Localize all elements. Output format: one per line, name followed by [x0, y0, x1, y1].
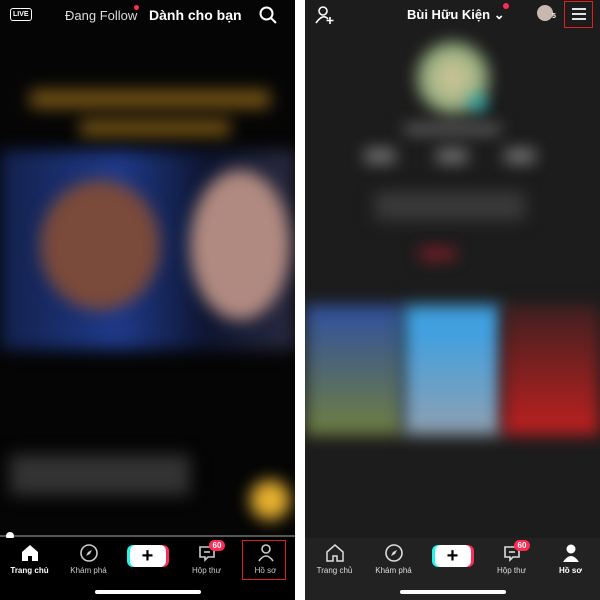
compass-icon [384, 544, 403, 562]
nav-inbox[interactable]: 60 Hộp thư [484, 540, 540, 575]
nav-home[interactable]: Trang chủ [2, 543, 58, 575]
nav-create[interactable]: + [425, 543, 481, 567]
video-thumbnail[interactable] [503, 305, 600, 435]
home-indicator [399, 590, 506, 594]
notification-dot [503, 3, 509, 9]
highlight-menu [564, 1, 593, 28]
username-dropdown[interactable]: Bùi Hữu Kiện ⌄ [407, 7, 505, 23]
highlight-profile [242, 540, 286, 580]
search-icon[interactable] [259, 6, 277, 24]
compass-icon [79, 544, 98, 562]
add-user-icon[interactable] [315, 5, 335, 25]
nav-home[interactable]: Trang chủ [307, 543, 363, 575]
nav-create[interactable]: + [120, 543, 176, 567]
tab-for-you[interactable]: Dành cho bạn [149, 7, 242, 23]
nav-discover[interactable]: Khám phá [61, 543, 117, 575]
nav-inbox[interactable]: 60 Hộp thư [179, 540, 235, 575]
profile-icon [562, 544, 579, 562]
live-button[interactable]: LIVE [10, 8, 32, 21]
notification-dot [134, 5, 139, 10]
inbox-badge: 60 [513, 540, 531, 551]
story-count: 5 [552, 13, 556, 20]
plus-icon: + [129, 545, 166, 567]
inbox-badge: 60 [208, 540, 226, 551]
video-thumbnail[interactable] [404, 305, 501, 435]
nav-discover[interactable]: Khám phá [366, 543, 422, 575]
video-thumbnail[interactable] [305, 305, 402, 435]
nav-profile[interactable]: Hồ sơ [543, 543, 599, 575]
tab-following[interactable]: Đang Follow [65, 8, 137, 23]
home-icon [325, 544, 344, 562]
story-avatar[interactable] [537, 5, 553, 21]
profile-screen: Bùi Hữu Kiện ⌄ 5 Trang chủ Khám phá + 60… [305, 0, 600, 600]
home-feed-screen: LIVE Đang Follow Dành cho bạn Trang chủ … [0, 0, 295, 600]
home-icon [21, 545, 38, 561]
plus-icon: + [434, 545, 471, 567]
home-indicator [94, 590, 201, 594]
